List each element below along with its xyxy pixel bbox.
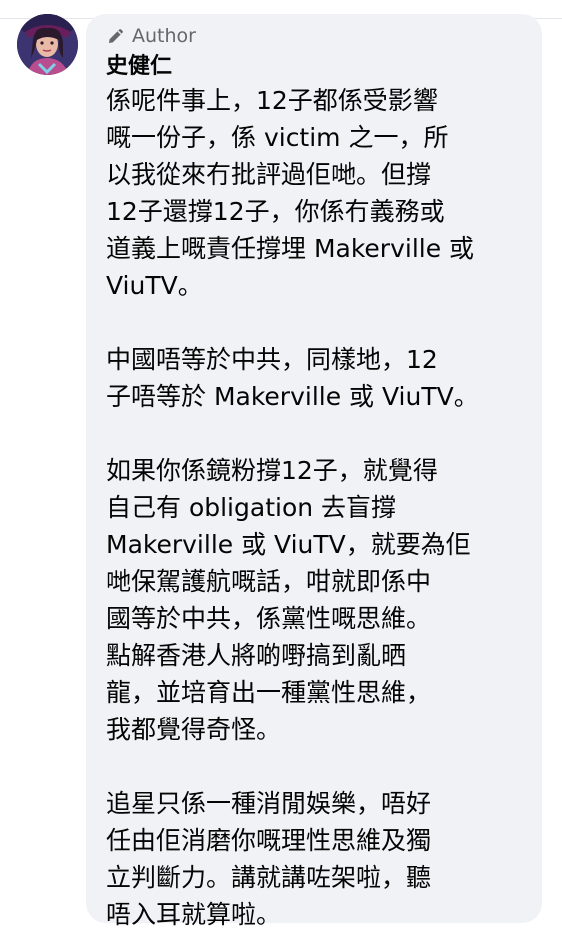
comment-text: 係呢件事上，12子都係受影響 嘅一份子，係 victim 之一，所 以我從來冇批… <box>106 82 526 933</box>
avatar[interactable] <box>17 14 78 75</box>
author-badge: Author <box>106 24 542 48</box>
comment-paragraph-4: 追星只係一種消閒娛樂，唔好 任由佢消磨你嘅理性思維及獨 立判斷力。講就講咗架啦，… <box>106 789 432 929</box>
comment-paragraph-3: 如果你係鏡粉撐12子，就覺得 自己有 obligation 去盲撐 Makerv… <box>106 456 471 744</box>
pencil-icon <box>106 26 126 46</box>
comment-paragraph-2: 中國唔等於中共，同樣地，12 子唔等於 Makerville 或 ViuTV。 <box>106 345 479 411</box>
author-badge-label: Author <box>132 25 196 47</box>
comment-paragraph-1: 係呢件事上，12子都係受影響 嘅一份子，係 victim 之一，所 以我從來冇批… <box>106 86 475 300</box>
author-name[interactable]: 史健仁 <box>106 52 542 82</box>
comment-bubble: Author 史健仁 係呢件事上，12子都係受影響 嘅一份子，係 victim … <box>86 14 542 929</box>
avatar-image <box>17 14 78 75</box>
